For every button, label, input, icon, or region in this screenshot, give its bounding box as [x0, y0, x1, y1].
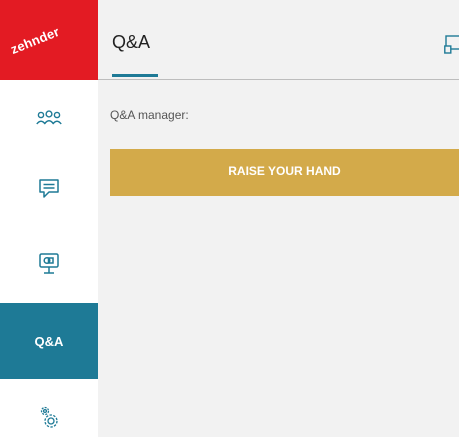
people-icon: [36, 110, 62, 126]
active-tab-indicator: [112, 74, 158, 77]
sidebar-item-settings[interactable]: [0, 379, 98, 437]
gear-icon: [37, 403, 61, 431]
panel-header: Q&A: [98, 0, 459, 80]
app-window: zehnder Q&A Q&A Q&A manager: RAISE YOUR …: [0, 0, 459, 437]
sidebar-item-qa[interactable]: Q&A: [0, 303, 98, 379]
presentation-icon: [38, 252, 60, 276]
sidebar-item-attendees[interactable]: [0, 80, 98, 156]
main-panel: Q&A Q&A manager: RAISE YOUR HAND: [98, 0, 459, 437]
qa-manager-label: Q&A manager:: [110, 108, 189, 122]
chat-icon: [38, 177, 60, 199]
page-title: Q&A: [112, 32, 151, 52]
popout-icon[interactable]: [444, 34, 459, 56]
brand-logo: zehnder: [0, 0, 98, 80]
sidebar: zehnder Q&A: [0, 0, 98, 437]
sidebar-item-chat[interactable]: [0, 150, 98, 226]
sidebar-item-qa-label: Q&A: [34, 333, 64, 349]
logo-text: zehnder: [8, 23, 62, 57]
sidebar-item-presentation[interactable]: [0, 226, 98, 302]
raise-hand-button[interactable]: RAISE YOUR HAND: [110, 149, 459, 196]
